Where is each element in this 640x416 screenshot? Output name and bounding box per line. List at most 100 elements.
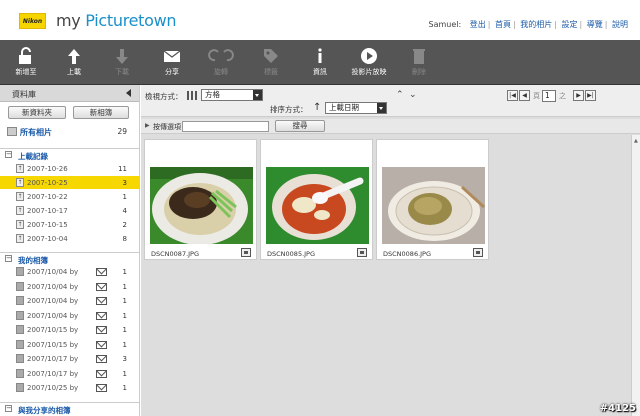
collapse-arrow-icon[interactable] bbox=[126, 89, 131, 97]
album-item[interactable]: 2007/10/15 by 1 bbox=[0, 323, 140, 336]
album-label: 2007/10/15 by bbox=[27, 340, 79, 349]
top-header: Nikon my Picturetown Samuel: 登出 | 首頁 | 我的相… bbox=[0, 0, 640, 40]
home-link[interactable]: 首頁 bbox=[495, 20, 511, 29]
download-arrow-icon bbox=[116, 49, 128, 64]
my-albums-section[interactable]: − 我的相簿 bbox=[0, 252, 140, 265]
album-label: 2007/10/17 by bbox=[27, 369, 79, 378]
upload-date-label: 2007-10-25 bbox=[27, 179, 68, 187]
new-folder-button[interactable]: 新資料夾 bbox=[8, 106, 66, 119]
share-envelope-icon[interactable] bbox=[96, 311, 107, 320]
guide-link[interactable]: 導覽 bbox=[587, 20, 603, 29]
search-input[interactable] bbox=[182, 121, 269, 132]
photo-thumbnail[interactable] bbox=[150, 167, 253, 244]
album-label: 2007/10/25 by bbox=[27, 384, 79, 392]
photo-card[interactable]: DSCN0085.JPG bbox=[260, 139, 373, 260]
sort-select[interactable]: 上載日期 bbox=[325, 102, 387, 114]
nikon-logo[interactable]: Nikon bbox=[19, 13, 46, 29]
download-button[interactable]: 下載 bbox=[99, 40, 145, 85]
help-link[interactable]: 說明 bbox=[612, 20, 628, 29]
upload-arrow-icon bbox=[68, 49, 80, 64]
photo-preview-icon[interactable] bbox=[241, 248, 251, 257]
album-count: 1 bbox=[122, 311, 127, 320]
photo-preview-icon[interactable] bbox=[473, 248, 483, 257]
grid-view-icon[interactable] bbox=[187, 91, 197, 100]
settings-link[interactable]: 設定 bbox=[562, 20, 578, 29]
photo-thumbnail[interactable] bbox=[266, 167, 369, 244]
logout-link[interactable]: 登出 bbox=[470, 20, 486, 29]
download-label: 下載 bbox=[115, 68, 129, 76]
album-item[interactable]: 2007/10/17 by 3 bbox=[0, 352, 140, 365]
add-to-button[interactable]: 新增至 bbox=[3, 40, 49, 85]
upload-date-item[interactable]: ↑ 2007-10-04 8 bbox=[0, 232, 140, 245]
new-album-button[interactable]: 新相簿 bbox=[73, 106, 129, 119]
tag-button[interactable]: 標籤 bbox=[248, 40, 294, 85]
first-page-button[interactable]: |◀ bbox=[507, 90, 518, 101]
upload-date-item[interactable]: ↑ 2007-10-22 1 bbox=[0, 190, 140, 203]
slideshow-button[interactable]: 投影片放映 bbox=[346, 40, 392, 85]
delete-button[interactable]: 刪除 bbox=[396, 40, 442, 85]
album-icon bbox=[16, 368, 24, 378]
prev-page-button[interactable]: ◀ bbox=[519, 90, 530, 101]
tag-icon bbox=[264, 49, 278, 63]
rotate-button[interactable]: 旋轉 bbox=[198, 40, 244, 85]
upload-date-count: 3 bbox=[122, 179, 127, 187]
album-item[interactable]: 2007/10/04 by 1 bbox=[0, 309, 140, 322]
expand-down-icon[interactable]: ⌄ bbox=[409, 90, 417, 100]
photo-thumbnail[interactable] bbox=[382, 167, 485, 244]
share-envelope-icon[interactable] bbox=[96, 268, 107, 276]
share-envelope-icon[interactable] bbox=[96, 340, 107, 349]
album-item[interactable]: 2007/10/17 by 1 bbox=[0, 367, 140, 380]
search-options-label: 按傳選項 bbox=[153, 123, 181, 131]
album-item[interactable]: 2007/10/25 by 1 bbox=[0, 381, 140, 394]
album-item[interactable]: 2007/10/04 by 1 bbox=[0, 294, 140, 307]
share-envelope-icon[interactable] bbox=[96, 326, 107, 334]
upload-date-item[interactable]: ↑ 2007-10-15 2 bbox=[0, 218, 140, 231]
info-button[interactable]: 資訊 bbox=[297, 40, 343, 85]
album-item[interactable]: 2007/10/04 by 1 bbox=[0, 280, 140, 293]
album-label: 2007/10/04 by bbox=[27, 282, 79, 291]
scroll-up-icon[interactable]: ▲ bbox=[634, 138, 638, 144]
upload-date-item[interactable]: ↑ 2007-10-26 11 bbox=[0, 162, 140, 175]
sort-ascending-icon[interactable]: ↑ bbox=[313, 102, 321, 113]
upload-icon: ↑ bbox=[16, 178, 24, 187]
all-photos-label: 所有相片 bbox=[20, 128, 52, 137]
photo-card[interactable]: DSCN0087.JPG bbox=[144, 139, 257, 260]
expand-up-icon[interactable]: ⌃ bbox=[396, 90, 404, 100]
upload-button[interactable]: 上載 bbox=[51, 40, 97, 85]
share-envelope-icon[interactable] bbox=[96, 384, 107, 392]
shared-albums-section[interactable]: − 與我分享的相簿 bbox=[0, 402, 140, 415]
share-button[interactable]: 分享 bbox=[149, 40, 195, 85]
photo-preview-icon[interactable] bbox=[357, 248, 367, 257]
share-envelope-icon[interactable] bbox=[96, 369, 107, 378]
search-options-toggle-icon[interactable]: ▶ bbox=[145, 122, 150, 129]
my-photos-link[interactable]: 我的相片 bbox=[520, 20, 552, 29]
share-envelope-icon[interactable] bbox=[96, 297, 107, 305]
collapse-toggle-icon[interactable]: − bbox=[5, 405, 12, 412]
upload-date-label: 2007-10-04 bbox=[27, 235, 68, 243]
trash-icon bbox=[413, 49, 425, 64]
upload-history-section[interactable]: − 上載記錄 bbox=[0, 148, 140, 161]
photo-card[interactable]: DSCN0086.JPG bbox=[376, 139, 489, 260]
album-count: 1 bbox=[122, 340, 127, 349]
collapse-toggle-icon[interactable]: − bbox=[5, 255, 12, 262]
view-mode-select[interactable]: 方格 bbox=[201, 89, 263, 101]
upload-date-item[interactable]: ↑ 2007-10-17 4 bbox=[0, 204, 140, 217]
last-page-button[interactable]: ▶| bbox=[585, 90, 596, 101]
dropdown-arrow-icon bbox=[253, 90, 262, 100]
next-page-button[interactable]: ▶ bbox=[573, 90, 584, 101]
album-item[interactable]: 2007/10/04 by 1 bbox=[0, 265, 140, 278]
upload-date-item[interactable]: ↑ 2007-10-25 3 bbox=[0, 176, 140, 189]
toolbar: 新增至 上載 下載 分享 旋轉 標籤 資訊 投影片放映 刪除 bbox=[0, 40, 640, 85]
all-photos-item[interactable]: 所有相片 29 bbox=[0, 125, 140, 139]
share-envelope-icon[interactable] bbox=[96, 282, 107, 291]
search-button[interactable]: 搜尋 bbox=[275, 120, 325, 132]
share-envelope-icon[interactable] bbox=[96, 355, 107, 363]
slideshow-label: 投影片放映 bbox=[351, 68, 387, 76]
collapse-toggle-icon[interactable]: − bbox=[5, 151, 12, 158]
album-label: 2007/10/15 by bbox=[27, 326, 79, 334]
album-item[interactable]: 2007/10/15 by 1 bbox=[0, 338, 140, 351]
upload-label: 上載 bbox=[67, 68, 81, 76]
page-number-input[interactable]: 1 bbox=[542, 90, 556, 102]
vertical-scrollbar[interactable]: ▲ bbox=[631, 135, 640, 416]
album-icon bbox=[16, 383, 24, 392]
